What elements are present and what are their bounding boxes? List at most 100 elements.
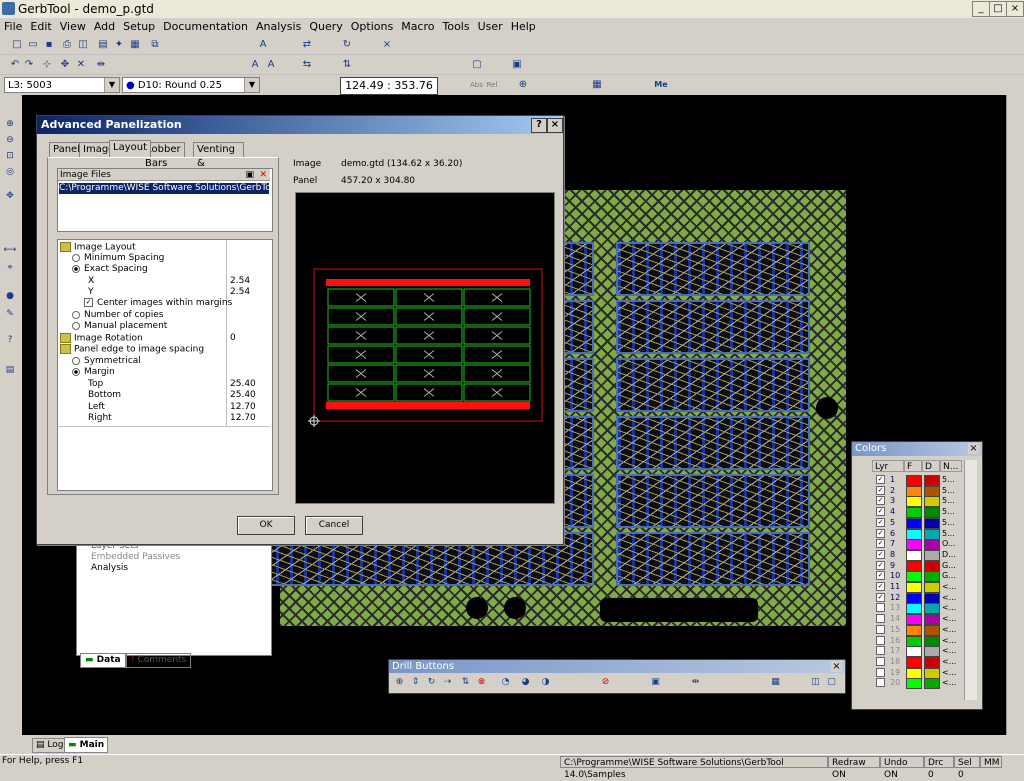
flash-color-swatch[interactable] [906, 571, 922, 583]
layer-visible-checkbox[interactable] [876, 614, 885, 624]
panel-preview[interactable] [295, 192, 555, 504]
layer-visible-checkbox[interactable] [876, 667, 885, 677]
help-button[interactable]: ? [531, 118, 547, 133]
layer-visible-checkbox[interactable]: ✓ [876, 571, 885, 581]
close-button[interactable]: × [1006, 1, 1024, 17]
menu-tools[interactable]: Tools [439, 18, 474, 33]
draw-color-swatch[interactable] [924, 507, 940, 519]
draw-color-swatch[interactable] [924, 624, 940, 636]
flash-color-swatch[interactable] [906, 667, 922, 679]
drill-window-icon[interactable]: ◫ [809, 676, 822, 689]
grid-toggle-icon[interactable]: ▦ [590, 78, 604, 92]
zoom-icon[interactable]: ⊕ [516, 78, 530, 92]
drill-tool-icon[interactable]: ◑ [539, 676, 552, 689]
flash-color-swatch[interactable] [906, 656, 922, 668]
menu-analysis[interactable]: Analysis [252, 18, 305, 33]
flash-color-swatch[interactable] [906, 635, 922, 647]
flash-color-swatch[interactable] [906, 539, 922, 551]
radio-exact-spacing[interactable]: Exact Spacing [72, 264, 148, 275]
dcode-select[interactable]: ● D10: Round 0.25 ▼ [122, 77, 260, 93]
drill-move-icon[interactable]: ⇕ [409, 676, 422, 689]
layer-visible-checkbox[interactable] [876, 646, 885, 656]
pan-icon[interactable]: ✥ [3, 191, 17, 203]
box-icon[interactable]: ▢ [470, 58, 484, 72]
layer-visible-checkbox[interactable]: ✓ [876, 549, 885, 559]
close-icon[interactable]: × [831, 661, 842, 672]
menu-help[interactable]: Help [507, 18, 540, 33]
margin-left-value[interactable]: 12.70 [230, 402, 256, 413]
minimize-button[interactable]: _ [972, 1, 990, 17]
draw-color-swatch[interactable] [924, 571, 940, 583]
draw-color-swatch[interactable] [924, 603, 940, 615]
draw-color-swatch[interactable] [924, 678, 940, 690]
layer-icon[interactable]: ▤ [3, 365, 17, 377]
vertical-scrollbar[interactable] [1006, 95, 1023, 735]
redo-icon[interactable]: ↷ [22, 58, 36, 72]
y-spacing-value[interactable]: 2.54 [230, 287, 250, 298]
menu-add[interactable]: Add [90, 18, 119, 33]
flash-color-swatch[interactable] [906, 678, 922, 690]
undo-icon[interactable]: ↶ [8, 58, 22, 72]
drill-grid-icon[interactable]: ▦ [769, 676, 782, 689]
abs-button[interactable]: Abs [470, 78, 483, 92]
save-icon[interactable]: ▪ [42, 38, 56, 52]
drill-tool-icon[interactable]: ◔ [499, 676, 512, 689]
chevron-down-icon[interactable]: ▼ [244, 78, 259, 92]
image-file-item[interactable]: C:\Programme\WISE Software Solutions\Ger… [59, 183, 269, 194]
layer-visible-checkbox[interactable]: ✓ [876, 528, 885, 538]
swap-icon[interactable]: ⇆ [300, 58, 314, 72]
print-preview-icon[interactable]: ◫ [76, 38, 90, 52]
draw-color-swatch[interactable] [924, 528, 940, 540]
copy-icon[interactable]: ⧉ [148, 38, 162, 52]
layer-visible-checkbox[interactable]: ✓ [876, 507, 885, 517]
radio-manual-placement[interactable]: Manual placement [72, 321, 167, 332]
flash-color-swatch[interactable] [906, 624, 922, 636]
draw-icon[interactable]: ✎ [3, 309, 17, 321]
flash-color-swatch[interactable] [906, 582, 922, 593]
drill-stop-icon[interactable]: ⊘ [599, 676, 612, 689]
flash-color-swatch[interactable] [906, 592, 922, 604]
flash-color-swatch[interactable] [906, 507, 922, 519]
menu-macro[interactable]: Macro [397, 18, 438, 33]
draw-color-swatch[interactable] [924, 656, 940, 668]
tab-comments[interactable]: ! Comments [126, 653, 192, 668]
zoom-out-icon[interactable]: ⊖ [3, 135, 17, 147]
menu-setup[interactable]: Setup [119, 18, 159, 33]
menu-edit[interactable]: Edit [26, 18, 55, 33]
drill-rotate-icon[interactable]: ↻ [425, 676, 438, 689]
layer-visible-checkbox[interactable] [876, 603, 885, 613]
flash-color-swatch[interactable] [906, 646, 922, 658]
layer-visible-checkbox[interactable]: ✓ [876, 592, 885, 602]
new-file-icon[interactable]: □ [10, 38, 24, 52]
menu-query[interactable]: Query [305, 18, 346, 33]
layers-icon[interactable]: ▤ [96, 38, 110, 52]
drill-tool-icon[interactable]: ◕ [519, 676, 532, 689]
radio-symmetrical[interactable]: Symmetrical [72, 356, 141, 367]
layer-visible-checkbox[interactable]: ✓ [876, 582, 885, 591]
x-spacing-value[interactable]: 2.54 [230, 276, 250, 287]
zoom-in-icon[interactable]: ⊕ [3, 119, 17, 131]
tab-layout[interactable]: Layout [109, 140, 151, 157]
layer-visible-checkbox[interactable]: ✓ [876, 496, 885, 506]
flash-color-swatch[interactable] [906, 614, 922, 626]
flash-color-swatch[interactable] [906, 485, 922, 497]
menu-view[interactable]: View [56, 18, 90, 33]
select-icon[interactable]: ⊹ [40, 58, 54, 72]
margin-top-value[interactable]: 25.40 [230, 379, 256, 390]
rotate-icon[interactable]: ↻ [340, 38, 354, 52]
radio-margin[interactable]: Margin [72, 367, 115, 378]
tab-venting-thieving[interactable]: Venting & Thieving [193, 142, 244, 183]
chevron-down-icon[interactable]: ▼ [104, 78, 119, 92]
tab-main[interactable]: ▬ Main [64, 737, 109, 753]
flash-icon[interactable]: ● [3, 291, 17, 303]
tree-image-rotation[interactable]: Image Rotation [60, 333, 143, 345]
image-rotation-value[interactable]: 0 [230, 333, 236, 344]
layer-visible-checkbox[interactable]: ✓ [876, 560, 885, 570]
image-files-list[interactable]: Image Files ▣ ✕ C:\Programme\WISE Softwa… [57, 168, 273, 232]
frame-icon[interactable]: ▣ [510, 58, 524, 72]
draw-color-swatch[interactable] [924, 485, 940, 497]
me-button[interactable]: Me [654, 78, 668, 92]
draw-color-swatch[interactable] [924, 560, 940, 572]
radio-minimum-spacing[interactable]: Minimum Spacing [72, 253, 164, 264]
zoom-fit-icon[interactable]: ◎ [3, 167, 17, 179]
